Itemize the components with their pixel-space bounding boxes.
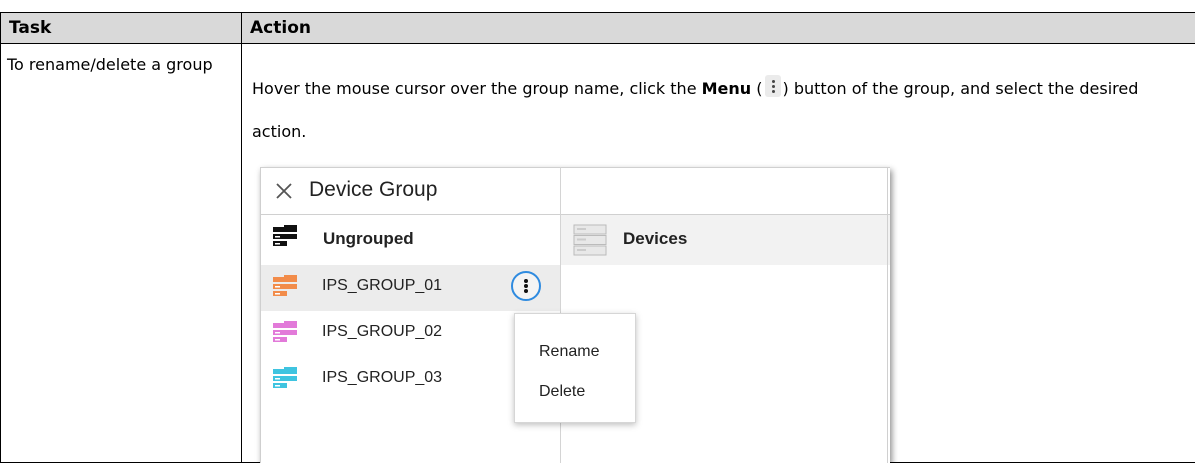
devices-icon: [573, 224, 607, 256]
group-label: IPS_GROUP_02: [322, 323, 443, 340]
action-text-prefix: Hover the mouse cursor over the group na…: [252, 79, 702, 98]
header-action: Action: [242, 12, 1195, 44]
menu-icon: [764, 75, 781, 97]
close-icon[interactable]: [275, 182, 293, 200]
device-group-screenshot: Device Group Ungrouped IPS_GROUP_01 IPS_…: [260, 167, 890, 463]
server-group-icon: [273, 225, 297, 246]
devices-title-bar: [561, 167, 890, 215]
server-group-icon: [273, 367, 297, 388]
group-label: IPS_GROUP_03: [322, 369, 443, 386]
group-menu-button[interactable]: [511, 271, 541, 301]
action-text-menu-bold: Menu: [701, 79, 752, 98]
task-text: To rename/delete a group: [7, 55, 213, 74]
devices-label: Devices: [623, 229, 688, 248]
menu-item-delete[interactable]: Delete: [539, 383, 585, 401]
header-task: Task: [0, 12, 242, 44]
panel-title: Device Group: [309, 178, 438, 201]
menu-item-rename[interactable]: Rename: [539, 343, 599, 361]
devices-header: Devices: [561, 215, 890, 265]
action-text-mid: (: [751, 79, 763, 98]
group-item[interactable]: IPS_GROUP_01: [261, 265, 560, 311]
panel-title-bar: Device Group: [261, 167, 560, 215]
group-context-menu: Rename Delete: [514, 313, 636, 423]
action-text: Hover the mouse cursor over the group na…: [252, 67, 1152, 153]
ungrouped-label: Ungrouped: [323, 229, 414, 248]
ungrouped-row[interactable]: Ungrouped: [261, 215, 560, 265]
group-label: IPS_GROUP_01: [322, 277, 443, 294]
task-cell: To rename/delete a group: [0, 44, 242, 463]
server-group-icon: [273, 275, 297, 296]
panel-divider: [887, 167, 888, 463]
server-group-icon: [273, 321, 297, 342]
